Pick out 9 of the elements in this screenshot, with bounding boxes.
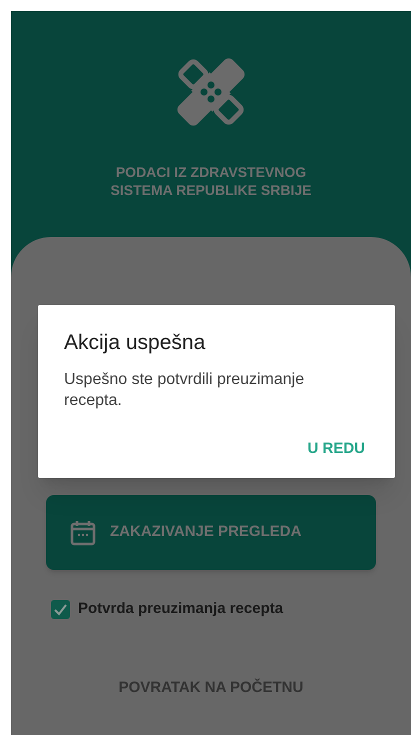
dialog-title: Akcija uspešna [64,330,206,356]
appointment-button[interactable]: ZAKAZIVANJE PREGLEDA [46,495,376,570]
checkbox[interactable] [51,600,70,619]
header-title: PODACI IZ ZDRAVSTEVNOG [116,163,306,181]
ok-button[interactable]: U REDU [303,434,369,464]
header-title: SISTEMA REPUBLIKE SRBIJE [110,181,312,199]
checkbox-label: Potvrda preuzimanja recepta [78,599,284,619]
calendar-icon [70,520,96,546]
dialog-message: Uspešno ste potvrdili preuzimanje recepta. [64,370,306,410]
